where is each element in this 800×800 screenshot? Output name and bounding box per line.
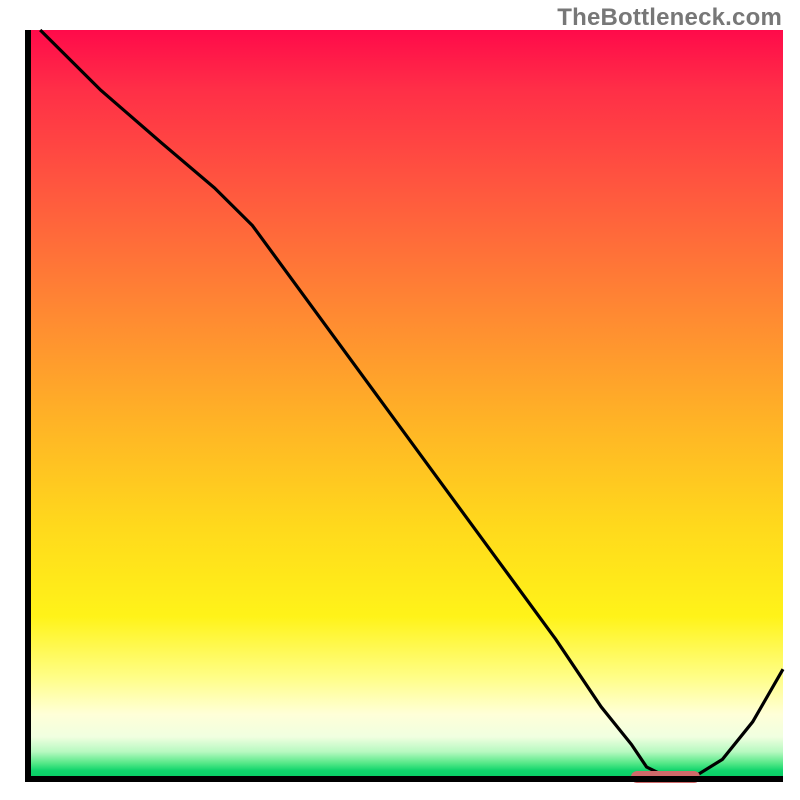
bottleneck-curve xyxy=(40,30,783,778)
line-layer xyxy=(25,30,783,782)
optimal-marker xyxy=(631,771,699,783)
chart-container: TheBottleneck.com xyxy=(0,0,800,800)
watermark-text: TheBottleneck.com xyxy=(557,4,782,32)
plot-area xyxy=(25,30,783,782)
